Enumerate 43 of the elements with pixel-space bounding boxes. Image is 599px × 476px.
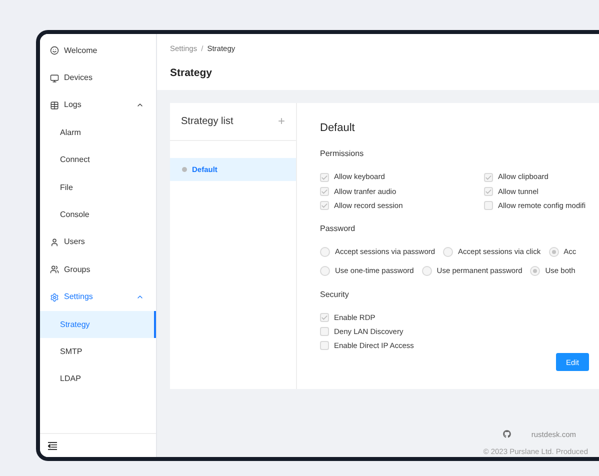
page-title: Strategy: [170, 66, 214, 82]
sidebar-subitem[interactable]: File: [40, 174, 156, 202]
section-title: Security: [320, 288, 350, 301]
sidebar-item[interactable]: Groups: [40, 256, 156, 284]
sidebar-item[interactable]: Settings: [40, 284, 156, 311]
sidebar-subitem[interactable]: Console: [40, 201, 156, 229]
checkbox[interactable]: [484, 201, 493, 210]
radio-button[interactable]: [320, 246, 330, 257]
strategy-title: Default: [320, 120, 356, 136]
checkbox[interactable]: [320, 172, 329, 182]
section-title: Password: [320, 223, 356, 236]
checkbox[interactable]: [320, 186, 329, 196]
radio-button[interactable]: [443, 246, 454, 257]
sidebar-subitem[interactable]: Strategy: [40, 310, 156, 338]
radio-button[interactable]: [320, 266, 330, 276]
menu-icon: [50, 100, 59, 110]
checkbox[interactable]: [320, 312, 329, 322]
collapse-menu-icon[interactable]: [48, 442, 57, 450]
sidebar-item[interactable]: Welcome: [40, 37, 156, 64]
radio-button[interactable]: [548, 246, 559, 257]
menu-icon: [50, 46, 59, 56]
menu-icon: [50, 265, 59, 274]
sidebar-subitem[interactable]: Alarm: [40, 119, 156, 147]
sidebar-item[interactable]: Users: [40, 228, 156, 256]
sidebar-item[interactable]: Devices: [40, 64, 156, 92]
section-title: Permissions: [320, 148, 365, 160]
radio-button[interactable]: [422, 266, 432, 276]
checkbox[interactable]: [320, 201, 329, 210]
checkbox[interactable]: [320, 341, 329, 350]
sidebar-subitem[interactable]: SMTP: [40, 338, 156, 366]
sidebar-item[interactable]: Logs: [40, 92, 156, 120]
sidebar-subitem[interactable]: LDAP: [40, 366, 156, 394]
radio-button[interactable]: [530, 266, 540, 276]
strategy-list-title: Strategy list: [181, 114, 234, 129]
menu-icon: [50, 292, 59, 302]
checkbox[interactable]: [484, 186, 493, 196]
menu-icon: [50, 238, 59, 247]
check-icon: [321, 314, 328, 321]
sidebar-subitem[interactable]: Connect: [40, 146, 156, 174]
github-icon[interactable]: [503, 430, 512, 438]
checkbox[interactable]: [484, 172, 493, 182]
menu-icon: [50, 74, 59, 83]
checkbox[interactable]: [320, 327, 329, 336]
